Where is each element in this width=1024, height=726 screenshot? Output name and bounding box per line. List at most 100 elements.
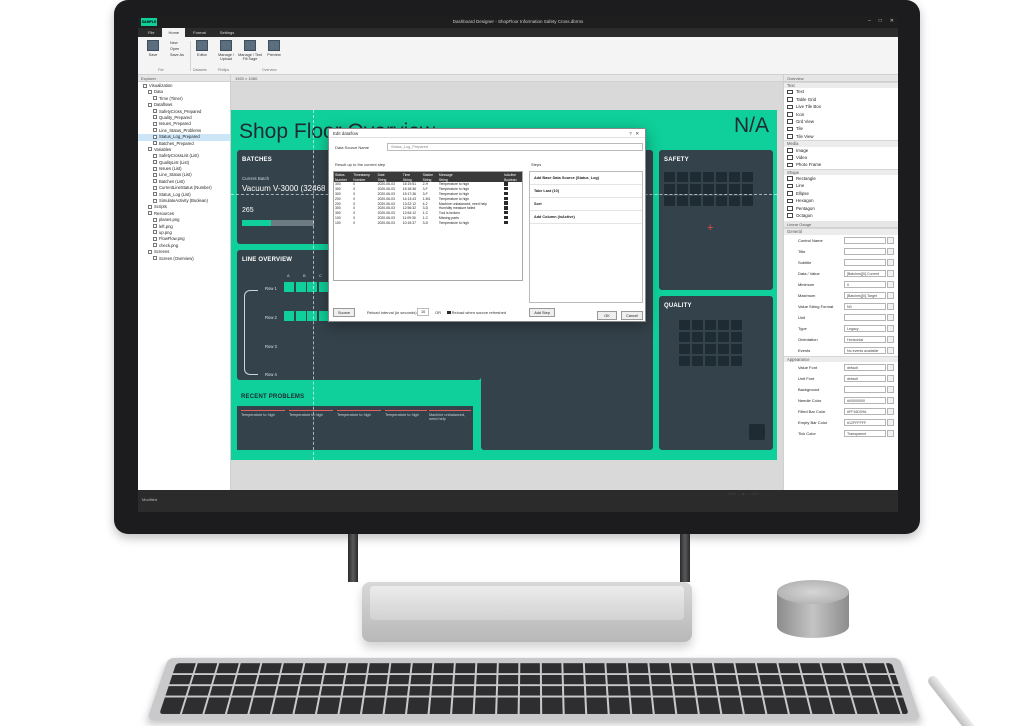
canvas-size-label: 1920 × 1080 xyxy=(231,75,783,82)
manage-test-button[interactable]: Manage / Test Fill Sage xyxy=(238,40,262,61)
property-value-field[interactable]: Legacy xyxy=(844,324,886,332)
property-value-field[interactable] xyxy=(844,258,886,266)
reload-checkbox[interactable]: Reload when source refreshed xyxy=(447,310,506,315)
step-item[interactable]: Add Base Data Source (Status_Log) xyxy=(530,172,642,185)
save-as-button[interactable]: Save As xyxy=(170,52,184,58)
table-cell: 2020-06-03 xyxy=(377,220,395,225)
property-value-field[interactable]: No events available xyxy=(844,346,886,354)
editor-button[interactable]: Editor xyxy=(190,40,214,57)
toolbox-item[interactable]: Icon xyxy=(784,111,898,118)
property-label: Data / Value xyxy=(798,270,820,276)
property-row: Empty Bar Color #12FFFFFF xyxy=(784,417,898,428)
property-value-field[interactable]: default xyxy=(844,364,886,372)
batch-progress-fill xyxy=(242,220,271,226)
quality-tile[interactable]: QUALITY xyxy=(659,296,773,450)
property-binding-button[interactable] xyxy=(887,324,894,332)
toolbox-item[interactable]: Line xyxy=(784,182,898,189)
property-value-field[interactable]: default xyxy=(844,375,886,383)
property-binding-button[interactable] xyxy=(887,291,894,299)
toolbox-item[interactable]: Grd View xyxy=(784,118,898,125)
reload-interval-field[interactable]: 10 xyxy=(417,308,429,316)
result-table[interactable]: Status Timestamp Date Time Station Message IsA… xyxy=(333,171,523,281)
toolbox-item[interactable]: Tile View xyxy=(784,133,898,140)
property-binding-button[interactable] xyxy=(887,408,894,416)
maximize-button[interactable]: □ xyxy=(879,18,882,24)
step-item[interactable]: Take Last (10) xyxy=(530,185,642,198)
property-value-field[interactable]: N0 xyxy=(844,302,886,310)
property-value-field[interactable] xyxy=(844,236,886,244)
property-binding-button[interactable] xyxy=(887,386,894,394)
toolbox-list: Text Text Table Grid Live Tile Box Icon Grd V… xyxy=(784,82,898,219)
property-value-field[interactable]: Transparent xyxy=(844,430,886,438)
toolbox-item[interactable]: Tile xyxy=(784,125,898,132)
minimize-button[interactable]: – xyxy=(868,18,871,24)
node-icon xyxy=(153,134,157,139)
toolbox-item[interactable]: Hexagon xyxy=(784,197,898,204)
menu-file[interactable]: File xyxy=(142,28,160,37)
toolbox-item[interactable]: Image xyxy=(784,147,898,154)
property-binding-button[interactable] xyxy=(887,335,894,343)
toolbox-item[interactable]: Rectangle xyxy=(784,175,898,182)
tree-item-label: Issues (List) xyxy=(159,166,182,172)
toolbox-item[interactable]: Text xyxy=(784,88,898,95)
property-row: Unit Font default xyxy=(784,373,898,384)
property-value-field[interactable]: 0 xyxy=(844,280,886,288)
cancel-button[interactable]: Cancel xyxy=(621,311,643,320)
ribbon-group-phillips: Phillips xyxy=(218,68,230,72)
property-value-field[interactable] xyxy=(844,386,886,394)
property-binding-button[interactable] xyxy=(887,236,894,244)
table-row[interactable]: 100 0 2020-06-03 10:15:37 3-D Temperature to … xyxy=(334,220,522,225)
property-binding-button[interactable] xyxy=(887,419,894,427)
property-value-field[interactable]: [Batches][0].Current xyxy=(844,269,886,277)
window-controls: – □ ✕ xyxy=(868,18,894,24)
property-binding-button[interactable] xyxy=(887,258,894,266)
toolbox-item[interactable]: Table Grid xyxy=(784,96,898,103)
toolbox-item[interactable]: Pentagon xyxy=(784,205,898,212)
property-binding-button[interactable] xyxy=(887,247,894,255)
app-window: SAMPLE Dashboard Designer - ShopFloor In… xyxy=(138,16,898,512)
menu-format[interactable]: Format xyxy=(187,28,212,37)
toolbox-item[interactable]: Octagon xyxy=(784,212,898,219)
property-label: Type xyxy=(798,325,807,331)
add-step-button[interactable]: Add Step xyxy=(529,308,555,317)
property-binding-button[interactable] xyxy=(887,280,894,288)
zoom-control[interactable]: 65% —●— 10% xyxy=(728,491,759,496)
toolbox-item[interactable]: Photo Frame xyxy=(784,161,898,168)
property-value-field[interactable]: [Batches][0].Target xyxy=(844,291,886,299)
property-binding-button[interactable] xyxy=(887,375,894,383)
property-binding-button[interactable] xyxy=(887,269,894,277)
preview-button[interactable]: Preview xyxy=(262,40,286,57)
property-binding-button[interactable] xyxy=(887,364,894,372)
property-value-field[interactable]: #12FFFFFF xyxy=(844,419,886,427)
menu-home[interactable]: Home xyxy=(162,28,186,37)
step-item[interactable]: Sort xyxy=(530,198,642,211)
safety-tile[interactable]: SAFETY + xyxy=(659,150,773,290)
property-binding-button[interactable] xyxy=(887,430,894,438)
dialog-close-icon[interactable]: ? ✕ xyxy=(629,131,639,137)
property-value-field[interactable]: Horizontal xyxy=(844,335,886,343)
ok-button[interactable]: OK xyxy=(597,311,617,320)
menu-settings[interactable]: Settings xyxy=(214,28,240,37)
property-value-field[interactable] xyxy=(844,313,886,321)
toolbox-item[interactable]: Ellipse xyxy=(784,190,898,197)
source-button[interactable]: Source xyxy=(333,308,355,317)
property-binding-button[interactable] xyxy=(887,302,894,310)
property-binding-button[interactable] xyxy=(887,313,894,321)
toolbox-item[interactable]: Video xyxy=(784,154,898,161)
safety-cell xyxy=(716,172,727,182)
quality-corner-box xyxy=(749,424,765,440)
property-binding-button[interactable] xyxy=(887,346,894,354)
property-value-field[interactable]: #FF16D09A xyxy=(844,408,886,416)
toolbox-item-label: Ellipse xyxy=(796,190,809,196)
property-binding-button[interactable] xyxy=(887,397,894,405)
close-button[interactable]: ✕ xyxy=(890,18,894,24)
save-button[interactable]: Save xyxy=(141,40,165,57)
toolbox-item[interactable]: Live Tile Box xyxy=(784,103,898,110)
property-value-field[interactable]: #00000000 xyxy=(844,397,886,405)
tree-item[interactable]: Screen (Overview) xyxy=(138,256,230,262)
manage-upload-button[interactable]: Manage / Upload xyxy=(214,40,238,61)
property-value-field[interactable] xyxy=(844,247,886,255)
data-source-name-field[interactable]: Status_Log_Prepared xyxy=(387,143,643,151)
step-item[interactable]: Add Column (isActive) xyxy=(530,211,642,224)
safety-cell xyxy=(690,172,701,182)
